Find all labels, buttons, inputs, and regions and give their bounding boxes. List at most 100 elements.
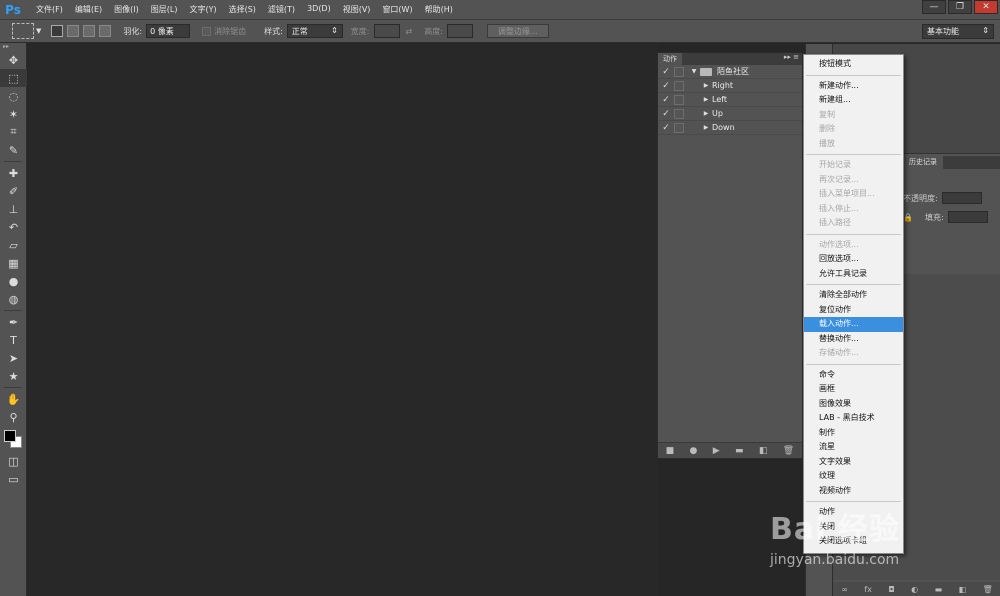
dialog-toggle[interactable] — [674, 80, 684, 91]
check-icon[interactable]: ✓ — [658, 109, 674, 119]
dialog-toggle[interactable] — [674, 108, 684, 119]
action-row[interactable]: ✓ ▶ Right — [658, 79, 802, 93]
collapsed-triangle-icon[interactable]: ▶ — [700, 82, 712, 89]
flyout-menu-item[interactable]: 动作 — [804, 505, 903, 520]
close-button[interactable]: ✕ — [974, 0, 998, 14]
gradient-tool-icon[interactable]: ▦ — [0, 254, 27, 272]
new-set-icon[interactable]: ▬ — [735, 446, 744, 456]
action-row[interactable]: ✓ ▶ Left — [658, 93, 802, 107]
move-tool-icon[interactable]: ✥ — [0, 51, 27, 69]
flyout-menu-item[interactable]: 回放选项... — [804, 252, 903, 267]
width-input[interactable] — [373, 24, 400, 38]
flyout-menu-item[interactable]: 图像效果 — [804, 397, 903, 412]
flyout-menu-item[interactable]: 清除全部动作 — [804, 288, 903, 303]
type-tool-icon[interactable]: T — [0, 331, 27, 349]
action-row[interactable]: ✓ ▶ Down — [658, 121, 802, 135]
flyout-menu-item[interactable]: 纹理 — [804, 469, 903, 484]
dialog-toggle[interactable] — [674, 66, 684, 77]
dialog-toggle[interactable] — [674, 94, 684, 105]
restore-button[interactable]: ❐ — [948, 0, 972, 14]
height-input[interactable] — [446, 24, 473, 38]
style-select[interactable]: 正常 ⇕ — [286, 24, 343, 38]
opacity-input[interactable] — [941, 192, 982, 204]
flyout-menu-item[interactable]: 新建组... — [804, 93, 903, 108]
magic-wand-tool-icon[interactable]: ✶ — [0, 105, 27, 123]
flyout-menu-item[interactable]: 关闭 — [804, 520, 903, 535]
flyout-menu-item[interactable]: 制作 — [804, 426, 903, 441]
workspace-select[interactable]: 基本功能 ⇕ — [922, 24, 994, 39]
dodge-tool-icon[interactable]: ◍ — [0, 290, 27, 308]
flyout-menu-item[interactable]: 按钮模式 — [804, 57, 903, 72]
path-selection-tool-icon[interactable]: ➤ — [0, 349, 27, 367]
menu-item[interactable]: 编辑(E) — [69, 4, 108, 15]
healing-brush-tool-icon[interactable]: ✚ — [0, 164, 27, 182]
swap-icon[interactable]: ⇄ — [406, 27, 413, 36]
flyout-menu-item[interactable]: 文字效果 — [804, 455, 903, 470]
check-icon[interactable]: ✓ — [658, 81, 674, 91]
dialog-toggle[interactable] — [674, 122, 684, 133]
screen-mode-icon[interactable]: ▭ — [0, 470, 27, 488]
check-icon[interactable]: ✓ — [658, 67, 674, 77]
panel-menu-icon[interactable]: ▸▸ ≡ — [784, 53, 799, 61]
tab-history[interactable]: 历史记录 — [903, 156, 943, 169]
flyout-menu-item[interactable]: 新建动作... — [804, 79, 903, 94]
adjustment-icon[interactable]: ◐ — [911, 585, 918, 594]
lasso-tool-icon[interactable]: ◌ — [0, 87, 27, 105]
feather-input[interactable]: 0 像素 — [146, 24, 191, 38]
brush-tool-icon[interactable]: ✐ — [0, 182, 27, 200]
quick-mask-icon[interactable]: ◫ — [0, 452, 27, 470]
minimize-button[interactable]: — — [922, 0, 946, 14]
group-icon[interactable]: ▬ — [935, 585, 943, 594]
fill-input[interactable] — [947, 211, 988, 223]
play-icon[interactable]: ▶ — [713, 446, 720, 456]
marquee-tool-icon[interactable]: ⬚ — [0, 69, 27, 87]
expanded-triangle-icon[interactable]: ▼ — [688, 68, 700, 75]
shape-tool-icon[interactable]: ★ — [0, 367, 27, 385]
eyedropper-tool-icon[interactable]: ✎ — [0, 141, 27, 159]
color-swatches[interactable] — [0, 426, 27, 452]
add-selection-icon[interactable] — [67, 25, 80, 37]
record-icon[interactable]: ● — [690, 446, 698, 456]
check-icon[interactable]: ✓ — [658, 95, 674, 105]
delete-icon[interactable]: 🗑 — [983, 585, 993, 594]
eraser-tool-icon[interactable]: ▱ — [0, 236, 27, 254]
check-icon[interactable]: ✓ — [658, 123, 674, 133]
flyout-menu-item[interactable]: 命令 — [804, 368, 903, 383]
marquee-tool-preset[interactable] — [12, 23, 34, 39]
flyout-menu-item[interactable]: 复位动作 — [804, 303, 903, 318]
tab-actions[interactable]: 动作 — [658, 53, 682, 65]
clone-stamp-tool-icon[interactable]: ⊥ — [0, 200, 27, 218]
menu-item[interactable]: 选择(S) — [223, 4, 262, 15]
hand-tool-icon[interactable]: ✋ — [0, 390, 27, 408]
stop-icon[interactable]: ■ — [666, 446, 675, 456]
flyout-menu-item[interactable]: 允许工具记录 — [804, 267, 903, 282]
flyout-menu-item[interactable]: 画框 — [804, 382, 903, 397]
flyout-menu-item[interactable]: 载入动作... — [804, 317, 903, 332]
flyout-menu-item[interactable]: 替换动作... — [804, 332, 903, 347]
menu-item[interactable]: 视图(V) — [337, 4, 377, 15]
menu-item[interactable]: 文字(Y) — [183, 4, 222, 15]
blur-tool-icon[interactable]: ● — [0, 272, 27, 290]
fx-icon[interactable]: fx — [864, 585, 872, 594]
flyout-menu-item[interactable]: 流星 — [804, 440, 903, 455]
menu-item[interactable]: 图像(I) — [108, 4, 145, 15]
menu-item[interactable]: 滤镜(T) — [262, 4, 301, 15]
flyout-menu-item[interactable]: 视频动作 — [804, 484, 903, 499]
flyout-menu-item[interactable]: LAB - 黑白技术 — [804, 411, 903, 426]
link-icon[interactable]: ∞ — [841, 585, 848, 594]
menu-item[interactable]: 帮助(H) — [419, 4, 459, 15]
history-brush-tool-icon[interactable]: ↶ — [0, 218, 27, 236]
refine-edge-button[interactable]: 调整边缘... — [486, 24, 549, 38]
menu-item[interactable]: 文件(F) — [30, 4, 69, 15]
foreground-color[interactable] — [4, 430, 16, 442]
collapsed-triangle-icon[interactable]: ▶ — [700, 124, 712, 131]
new-action-icon[interactable]: ◧ — [759, 446, 768, 456]
collapsed-triangle-icon[interactable]: ▶ — [700, 96, 712, 103]
intersect-selection-icon[interactable] — [99, 25, 112, 37]
lock-icon[interactable]: 🔒 — [903, 213, 913, 222]
new-layer-icon[interactable]: ◧ — [959, 585, 967, 594]
zoom-tool-icon[interactable]: ⚲ — [0, 408, 27, 426]
chevron-down-icon[interactable]: ▼ — [36, 27, 41, 35]
antialias-checkbox[interactable] — [202, 26, 212, 36]
mask-icon[interactable]: ◘ — [888, 585, 894, 594]
